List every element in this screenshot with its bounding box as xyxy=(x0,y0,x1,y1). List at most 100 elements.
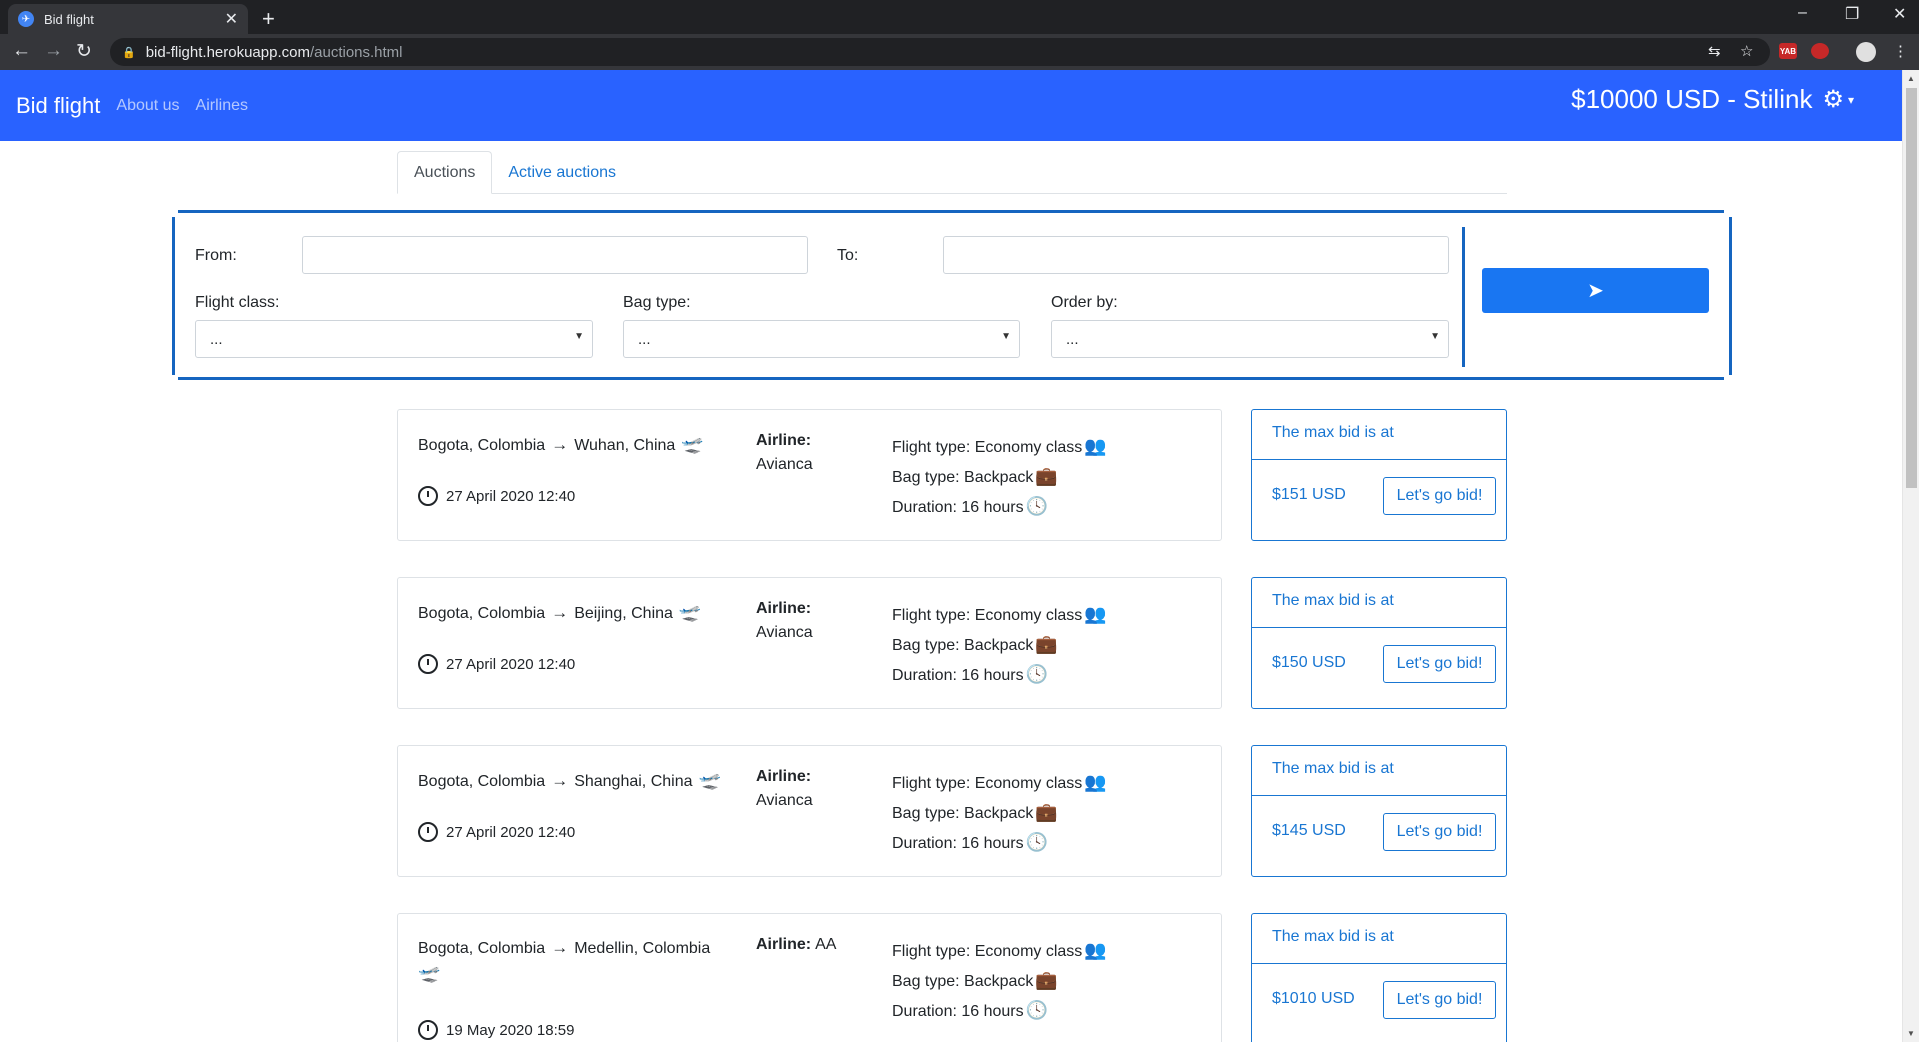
from-label: From: xyxy=(195,247,237,264)
flight-class-select[interactable]: ... ▼ xyxy=(195,320,593,358)
gear-icon: ⚙ xyxy=(1822,86,1844,113)
people-icon: 👥 xyxy=(1084,772,1107,792)
browser-toolbar: ← → ↻ 🔒 bid-flight.herokuapp.com/auction… xyxy=(0,34,1919,70)
lock-icon: 🔒 xyxy=(122,46,136,59)
bid-header: The max bid is at xyxy=(1252,410,1506,460)
bag-type: Bag type: Backpack 💼 xyxy=(892,802,1058,823)
date-text: 27 April 2020 12:40 xyxy=(446,823,576,841)
bid-body: $145 USD Let's go bid! xyxy=(1252,796,1506,876)
airline-label: Airline: xyxy=(756,600,812,617)
forward-icon[interactable]: → xyxy=(44,40,63,62)
profile-avatar[interactable] xyxy=(1856,42,1876,62)
extension-red-icon[interactable] xyxy=(1811,43,1829,59)
order-by-select[interactable]: ... ▼ xyxy=(1051,320,1449,358)
brand-link[interactable]: Bid flight xyxy=(16,93,100,119)
duration-text: Duration: 16 hours xyxy=(892,835,1024,852)
clock-icon xyxy=(418,654,438,674)
restore-window-icon[interactable]: ❐ xyxy=(1845,4,1859,24)
bag-type-text: Bag type: Backpack xyxy=(892,973,1034,990)
close-window-icon[interactable]: ✕ xyxy=(1893,4,1906,24)
flight-date: 27 April 2020 12:40 xyxy=(418,486,575,506)
scroll-up-icon[interactable]: ▲ xyxy=(1907,74,1915,83)
flight-type: Flight type: Economy class 👥 xyxy=(892,940,1107,961)
scroll-down-icon[interactable]: ▼ xyxy=(1907,1029,1915,1038)
bag-type-select[interactable]: ... ▼ xyxy=(623,320,1020,358)
tab-active-auctions[interactable]: Active auctions xyxy=(492,151,632,194)
browser-tab[interactable]: ✈ Bid flight ✕ xyxy=(8,4,248,34)
menu-kebab-icon[interactable]: ⋮ xyxy=(1893,42,1908,60)
bag-type-text: Bag type: Backpack xyxy=(892,805,1034,822)
clock-filled-icon: 🕓 xyxy=(1025,664,1049,684)
order-by-label: Order by: xyxy=(1051,294,1118,311)
bid-amount: $150 USD xyxy=(1272,654,1346,671)
scrollbar-thumb[interactable] xyxy=(1906,88,1917,488)
url-path: /auctions.html xyxy=(309,43,403,61)
browser-tab-strip: ✈ Bid flight ✕ + – ❐ ✕ xyxy=(0,0,1919,34)
airline-label-text: Airline: xyxy=(756,936,812,953)
flight-type: Flight type: Economy class 👥 xyxy=(892,436,1107,457)
translate-icon[interactable]: ⇆ xyxy=(1708,42,1721,60)
briefcase-icon: 💼 xyxy=(1035,802,1058,822)
duration: Duration: 16 hours 🕓 xyxy=(892,1000,1048,1021)
bid-button[interactable]: Let's go bid! xyxy=(1383,645,1496,683)
address-bar[interactable]: 🔒 bid-flight.herokuapp.com/auctions.html xyxy=(110,38,1770,66)
flight-type-text: Flight type: Economy class xyxy=(892,943,1083,960)
page-viewport: Bid flight About us Airlines $10000 USD … xyxy=(0,70,1919,1042)
duration-text: Duration: 16 hours xyxy=(892,499,1024,516)
bid-button[interactable]: Let's go bid! xyxy=(1383,813,1496,851)
to-label: To: xyxy=(837,247,859,264)
bag-type-value: ... xyxy=(638,331,651,348)
bid-button[interactable]: Let's go bid! xyxy=(1383,981,1496,1019)
to-input[interactable] xyxy=(943,236,1449,274)
clock-icon xyxy=(418,822,438,842)
minimize-window-icon[interactable]: – xyxy=(1798,4,1807,22)
airline-name: AA xyxy=(815,936,837,953)
bid-amount: $145 USD xyxy=(1272,822,1346,839)
clock-filled-icon: 🕓 xyxy=(1025,1000,1049,1020)
reload-icon[interactable]: ↻ xyxy=(76,40,92,63)
panel-border xyxy=(178,377,1724,380)
destination: Wuhan, China xyxy=(574,437,676,454)
briefcase-icon: 💼 xyxy=(1035,634,1058,654)
arrow-right-icon: → xyxy=(551,938,569,957)
from-input[interactable] xyxy=(302,236,808,274)
people-icon: 👥 xyxy=(1084,436,1107,456)
duration: Duration: 16 hours 🕓 xyxy=(892,664,1048,685)
airplane-departure-icon: 🛫 xyxy=(681,434,704,454)
destination: Shanghai, China xyxy=(574,773,693,790)
people-icon: 👥 xyxy=(1084,604,1107,624)
account-menu[interactable]: $10000 USD - Stilink ⚙ ▾ xyxy=(1571,84,1854,115)
close-tab-icon[interactable]: ✕ xyxy=(225,9,238,29)
back-icon[interactable]: ← xyxy=(12,40,31,62)
origin: Bogota, Colombia xyxy=(418,940,546,957)
bid-card: The max bid is at $145 USD Let's go bid! xyxy=(1251,745,1507,877)
people-icon: 👥 xyxy=(1084,940,1107,960)
extension-yab-icon[interactable]: YAB xyxy=(1779,43,1797,59)
nav-airlines[interactable]: Airlines xyxy=(196,97,248,115)
auction-tabs: Auctions Active auctions xyxy=(397,151,1507,194)
airline-name: Avianca xyxy=(756,792,813,809)
order-by-value: ... xyxy=(1066,331,1079,348)
bag-type-label: Bag type: xyxy=(623,294,691,311)
nav-about-us[interactable]: About us xyxy=(116,97,179,115)
bid-amount: $151 USD xyxy=(1272,486,1346,503)
briefcase-icon: 💼 xyxy=(1035,466,1058,486)
bid-button[interactable]: Let's go bid! xyxy=(1383,477,1496,515)
dropdown-arrow-icon: ▼ xyxy=(1430,331,1440,342)
duration-text: Duration: 16 hours xyxy=(892,1003,1024,1020)
bid-header: The max bid is at xyxy=(1252,746,1506,796)
search-submit-button[interactable]: ➤ xyxy=(1482,268,1709,313)
duration-text: Duration: 16 hours xyxy=(892,667,1024,684)
bid-body: $150 USD Let's go bid! xyxy=(1252,628,1506,708)
panel-border xyxy=(1729,217,1732,375)
new-tab-icon[interactable]: + xyxy=(262,6,275,32)
flight-route: Bogota, Colombia → Wuhan, China 🛫 xyxy=(418,432,758,458)
bookmark-star-icon[interactable]: ☆ xyxy=(1740,42,1753,60)
flight-type-text: Flight type: Economy class xyxy=(892,607,1083,624)
tab-auctions[interactable]: Auctions xyxy=(397,151,493,194)
arrow-right-icon: → xyxy=(551,435,569,454)
airline-name: Avianca xyxy=(756,624,813,641)
airplane-departure-icon: 🛫 xyxy=(698,770,721,790)
origin: Bogota, Colombia xyxy=(418,605,546,622)
page-scrollbar[interactable]: ▲ ▼ xyxy=(1902,70,1919,1042)
